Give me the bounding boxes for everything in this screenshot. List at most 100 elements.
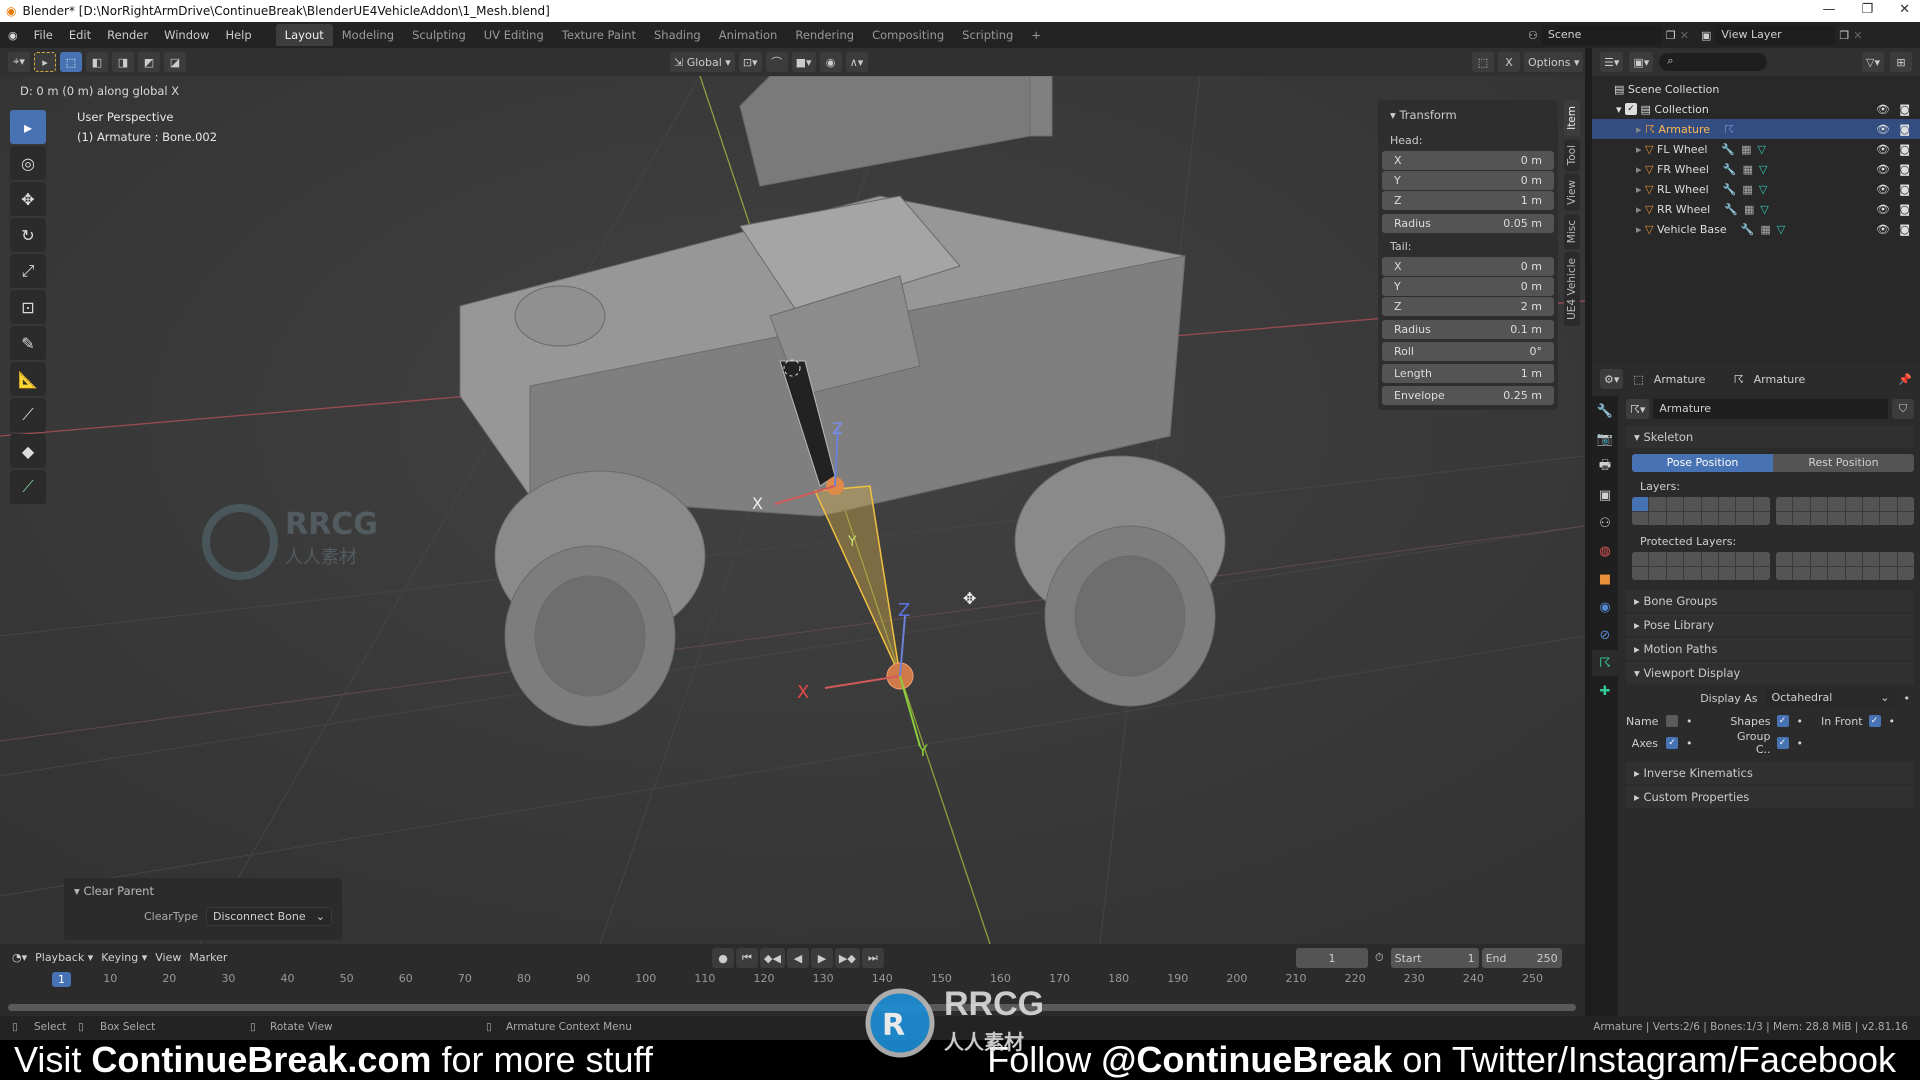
- layer-cell[interactable]: [1810, 511, 1828, 525]
- 3d-viewport[interactable]: X Z Y X Z Y ✥ RRCG 人人素材 D: 0 m (0 m) alon…: [0, 76, 1585, 944]
- editor-type-icon[interactable]: ⚙▾: [1600, 369, 1624, 389]
- blender-menu-icon[interactable]: ◉: [0, 29, 26, 42]
- view-layer-icon[interactable]: ▣: [1701, 29, 1711, 42]
- layer-cell[interactable]: [1753, 511, 1770, 525]
- physics-tab-icon[interactable]: ◉: [1592, 594, 1618, 620]
- cursor-tool-icon[interactable]: ◎: [10, 146, 46, 180]
- layer-cell[interactable]: [1684, 511, 1701, 525]
- jump-end-icon[interactable]: ⏭: [861, 948, 884, 968]
- layer-cell[interactable]: [1776, 511, 1793, 525]
- camera-icon[interactable]: ◙: [1899, 123, 1910, 136]
- close-button[interactable]: ✕: [1899, 2, 1910, 17]
- render-tab-icon[interactable]: 📷: [1592, 426, 1618, 452]
- keyframe-dot-icon[interactable]: •: [1904, 692, 1911, 705]
- layer-cell[interactable]: [1666, 511, 1684, 525]
- mesh-data-icon[interactable]: ▽: [1758, 143, 1766, 156]
- layer-cell[interactable]: [1810, 497, 1828, 511]
- scene-collection-row[interactable]: ▤ Scene Collection: [1592, 79, 1920, 99]
- group-colors-checkbox[interactable]: ✓: [1776, 737, 1789, 749]
- eye-icon[interactable]: 👁: [1876, 143, 1890, 156]
- tab-uv-editing[interactable]: UV Editing: [475, 24, 553, 46]
- camera-icon[interactable]: ◙: [1899, 183, 1910, 196]
- tab-shading[interactable]: Shading: [645, 24, 710, 46]
- layer-cell[interactable]: [1649, 497, 1666, 511]
- scene-tab-icon[interactable]: ⚇: [1592, 510, 1618, 536]
- camera-icon[interactable]: ◙: [1899, 223, 1910, 236]
- custom-properties-panel-header[interactable]: ▸ Custom Properties: [1626, 786, 1914, 808]
- maximize-button[interactable]: ❐: [1861, 2, 1873, 17]
- expand-icon[interactable]: ▸: [1636, 163, 1645, 176]
- bone-roll-tool-icon[interactable]: ⟋: [10, 398, 46, 432]
- select-mode-new-icon[interactable]: ⬚: [60, 52, 82, 72]
- collection-row[interactable]: ▾ ✓ ▤ Collection 👁 ◙: [1592, 99, 1920, 119]
- marker-menu[interactable]: Marker: [189, 951, 227, 964]
- view-layer-field[interactable]: View Layer: [1715, 25, 1836, 45]
- rotate-tool-icon[interactable]: ↻: [10, 218, 46, 252]
- falloff-icon[interactable]: ∧▾: [845, 52, 868, 72]
- playback-menu[interactable]: Playback ▾: [35, 951, 93, 964]
- layer-cell[interactable]: [1666, 552, 1684, 566]
- filter-icon[interactable]: ▽▾: [1862, 52, 1884, 72]
- layer-cell[interactable]: [1793, 552, 1810, 566]
- expand-icon[interactable]: ▸: [1636, 183, 1645, 196]
- pose-position-button[interactable]: Pose Position: [1632, 454, 1773, 472]
- layer-cell[interactable]: [1736, 511, 1753, 525]
- layer-cell[interactable]: [1753, 497, 1770, 511]
- shapes-checkbox[interactable]: ✓: [1776, 715, 1789, 727]
- new-collection-icon[interactable]: ⊞: [1890, 52, 1912, 72]
- play-icon[interactable]: ▶: [810, 948, 833, 968]
- context-data[interactable]: Armature: [1754, 373, 1806, 386]
- tab-sculpting[interactable]: Sculpting: [403, 24, 475, 46]
- layer-cell[interactable]: [1845, 552, 1862, 566]
- output-tab-icon[interactable]: 🖶: [1592, 454, 1618, 480]
- layer-cell[interactable]: [1701, 497, 1718, 511]
- layer-cell[interactable]: [1776, 497, 1793, 511]
- vertex-groups-icon[interactable]: ▦: [1744, 203, 1754, 216]
- head-radius-field[interactable]: Radius 0.05 m: [1382, 214, 1554, 233]
- layer-cell[interactable]: [1862, 511, 1880, 525]
- camera-icon[interactable]: ◙: [1899, 103, 1910, 116]
- expand-icon[interactable]: ▸: [1636, 223, 1645, 236]
- layer-cell[interactable]: [1753, 566, 1770, 580]
- view-layer-filter-icon[interactable]: ▣▾: [1629, 52, 1654, 72]
- datablock-name-field[interactable]: Armature: [1653, 399, 1888, 419]
- layer-cell[interactable]: [1828, 497, 1845, 511]
- armature-datablock-icon[interactable]: ☈▾: [1626, 399, 1650, 419]
- eye-icon[interactable]: 👁: [1876, 203, 1890, 216]
- layer-cell[interactable]: [1880, 511, 1897, 525]
- layer-cell[interactable]: [1736, 497, 1753, 511]
- layer-cell[interactable]: [1649, 511, 1666, 525]
- vertex-groups-icon[interactable]: ▦: [1741, 143, 1751, 156]
- layer-cell[interactable]: [1753, 552, 1770, 566]
- layer-cell[interactable]: [1845, 511, 1862, 525]
- name-checkbox[interactable]: [1666, 715, 1678, 727]
- select-box-tool-icon[interactable]: ▸: [10, 110, 46, 144]
- menu-help[interactable]: Help: [217, 28, 259, 42]
- axes-checkbox[interactable]: ✓: [1666, 737, 1678, 749]
- layer-cell[interactable]: [1666, 497, 1684, 511]
- pin-icon[interactable]: 📌: [1898, 373, 1912, 386]
- timeline-scrollbar[interactable]: [8, 1004, 1576, 1011]
- layer-cell[interactable]: [1736, 566, 1753, 580]
- tail-x-field[interactable]: X 0 m: [1382, 257, 1554, 276]
- clear-type-dropdown[interactable]: Disconnect Bone ⌄: [206, 907, 332, 926]
- protected-layers-grid-1[interactable]: [1632, 552, 1770, 580]
- eye-icon[interactable]: 👁: [1876, 183, 1890, 196]
- layer-cell[interactable]: [1632, 566, 1649, 580]
- snap-target-icon[interactable]: ■▾: [791, 52, 816, 72]
- snap-icon[interactable]: ⌒: [765, 52, 788, 72]
- mesh-data-icon[interactable]: ▽: [1777, 223, 1785, 236]
- prev-keyframe-icon[interactable]: ◆◀: [760, 948, 785, 968]
- scene-field[interactable]: Scene: [1541, 25, 1662, 45]
- layer-cell[interactable]: [1666, 566, 1684, 580]
- start-frame-field[interactable]: Start 1: [1390, 948, 1479, 968]
- mesh-data-icon[interactable]: ▽: [1760, 203, 1768, 216]
- layer-cell[interactable]: [1793, 566, 1810, 580]
- select-mode-intersect-icon[interactable]: ◪: [164, 52, 186, 72]
- transform-header[interactable]: ▾ Transform: [1382, 104, 1554, 126]
- layer-cell[interactable]: [1880, 552, 1897, 566]
- layer-cell[interactable]: [1632, 497, 1649, 511]
- menu-file[interactable]: File: [26, 28, 61, 42]
- view-layer-tab-icon[interactable]: ▣: [1592, 482, 1618, 508]
- mirror-icon[interactable]: ⬚: [1472, 52, 1494, 72]
